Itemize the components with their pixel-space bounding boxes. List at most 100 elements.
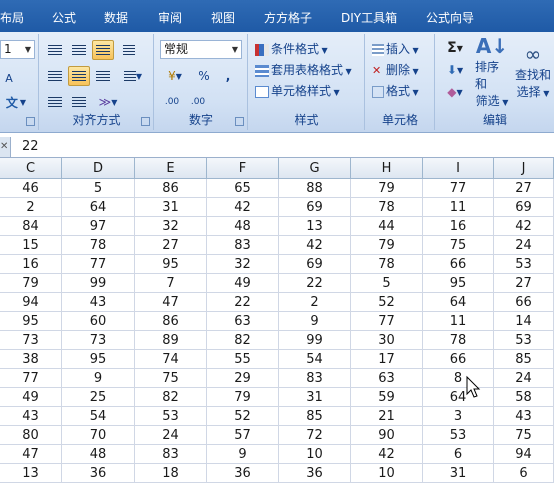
cell-h-row-0[interactable]: 79	[351, 179, 423, 198]
column-header-i[interactable]: I	[423, 158, 494, 179]
cell-f-row-0[interactable]: 65	[207, 179, 279, 198]
cell-i-row-5[interactable]: 95	[423, 274, 494, 293]
cell-e-row-1[interactable]: 31	[135, 198, 207, 217]
formula-input[interactable]: 22	[22, 139, 39, 154]
cell-h-row-6[interactable]: 52	[351, 293, 423, 312]
worksheet-grid[interactable]: C D E F G H I J 46 5 86 65 88 79 77 27 2 64 31 42 69 78 11 69 84…	[0, 158, 554, 495]
autosum-button[interactable]: Σ ▼	[442, 38, 468, 58]
cell-i-row-2[interactable]: 16	[423, 217, 494, 236]
cell-j-row-9[interactable]: 85	[494, 350, 554, 369]
cell-d-row-10[interactable]: 9	[62, 369, 135, 388]
cell-j-row-6[interactable]: 66	[494, 293, 554, 312]
cell-f-row-13[interactable]: 57	[207, 426, 279, 445]
cell-j-row-4[interactable]: 53	[494, 255, 554, 274]
cell-h-row-3[interactable]: 79	[351, 236, 423, 255]
delete-button[interactable]: ✕ 删除 ▼	[372, 61, 419, 78]
cell-g-row-1[interactable]: 69	[279, 198, 351, 217]
column-header-d[interactable]: D	[62, 158, 135, 179]
format-as-table-button[interactable]: 套用表格格式 ▼	[255, 61, 352, 78]
format-cells-button[interactable]: 格式 ▼	[372, 82, 419, 99]
cell-f-row-9[interactable]: 55	[207, 350, 279, 369]
cell-f-row-10[interactable]: 29	[207, 369, 279, 388]
cell-i-row-0[interactable]: 77	[423, 179, 494, 198]
font-dialog-launcher-icon[interactable]	[26, 117, 35, 126]
cell-j-row-13[interactable]: 75	[494, 426, 554, 445]
cell-d-row-2[interactable]: 97	[62, 217, 135, 236]
cell-e-row-7[interactable]: 86	[135, 312, 207, 331]
cell-g-row-4[interactable]: 69	[279, 255, 351, 274]
cell-e-row-15[interactable]: 18	[135, 464, 207, 483]
tab-fangfang[interactable]: 方方格子	[264, 9, 312, 26]
cell-f-row-3[interactable]: 83	[207, 236, 279, 255]
decrease-indent-button[interactable]	[44, 92, 66, 112]
formula-bar-button[interactable]: ✕	[0, 137, 11, 157]
cell-f-row-7[interactable]: 63	[207, 312, 279, 331]
cell-d-row-5[interactable]: 99	[62, 274, 135, 293]
cell-j-row-3[interactable]: 24	[494, 236, 554, 255]
align-left-button[interactable]	[44, 66, 66, 86]
cell-d-row-3[interactable]: 78	[62, 236, 135, 255]
cell-f-row-15[interactable]: 36	[207, 464, 279, 483]
column-header-g[interactable]: G	[279, 158, 351, 179]
cell-h-row-15[interactable]: 10	[351, 464, 423, 483]
cell-i-row-13[interactable]: 53	[423, 426, 494, 445]
cell-d-row-8[interactable]: 73	[62, 331, 135, 350]
cell-i-row-14[interactable]: 6	[423, 445, 494, 464]
cell-j-row-14[interactable]: 94	[494, 445, 554, 464]
insert-button[interactable]: 插入 ▼	[372, 40, 419, 57]
currency-button[interactable]: ¥ ▼	[160, 66, 190, 86]
cell-g-row-7[interactable]: 9	[279, 312, 351, 331]
cell-g-row-12[interactable]: 85	[279, 407, 351, 426]
cell-g-row-8[interactable]: 99	[279, 331, 351, 350]
grow-font-button[interactable]: A	[0, 68, 18, 88]
cell-e-row-6[interactable]: 47	[135, 293, 207, 312]
cell-i-row-4[interactable]: 66	[423, 255, 494, 274]
cell-c-row-10[interactable]: 77	[0, 369, 62, 388]
find-select-button[interactable]: ∞ 查找和 选择 ▼	[514, 36, 552, 106]
cell-f-row-4[interactable]: 32	[207, 255, 279, 274]
cell-h-row-8[interactable]: 30	[351, 331, 423, 350]
cell-c-row-15[interactable]: 13	[0, 464, 62, 483]
comma-button[interactable]: ,	[217, 66, 239, 86]
sort-filter-button[interactable]: A↓ 排序和 筛选 ▼	[474, 34, 510, 108]
align-middle-button[interactable]	[68, 40, 90, 60]
decrease-decimal-button[interactable]: .00	[186, 92, 210, 112]
cell-styles-button[interactable]: 单元格样式 ▼	[255, 82, 340, 99]
cell-f-row-5[interactable]: 49	[207, 274, 279, 293]
cell-f-row-6[interactable]: 22	[207, 293, 279, 312]
cell-h-row-1[interactable]: 78	[351, 198, 423, 217]
cell-g-row-11[interactable]: 31	[279, 388, 351, 407]
cell-f-row-8[interactable]: 82	[207, 331, 279, 350]
cell-d-row-7[interactable]: 60	[62, 312, 135, 331]
cell-h-row-7[interactable]: 77	[351, 312, 423, 331]
column-header-j[interactable]: J	[494, 158, 554, 179]
cell-c-row-6[interactable]: 94	[0, 293, 62, 312]
cell-c-row-9[interactable]: 38	[0, 350, 62, 369]
cell-i-row-10[interactable]: 8	[423, 369, 494, 388]
cell-i-row-1[interactable]: 11	[423, 198, 494, 217]
cell-g-row-2[interactable]: 13	[279, 217, 351, 236]
fill-button[interactable]: ⬇ ▼	[442, 60, 468, 80]
cell-j-row-8[interactable]: 53	[494, 331, 554, 350]
column-header-f[interactable]: F	[207, 158, 279, 179]
cell-c-row-11[interactable]: 49	[0, 388, 62, 407]
cell-d-row-9[interactable]: 95	[62, 350, 135, 369]
cell-h-row-11[interactable]: 59	[351, 388, 423, 407]
align-center-button[interactable]	[68, 66, 90, 86]
number-format-combo[interactable]: 常规 ▼	[160, 40, 242, 59]
cell-c-row-8[interactable]: 73	[0, 331, 62, 350]
cell-g-row-10[interactable]: 83	[279, 369, 351, 388]
cell-g-row-9[interactable]: 54	[279, 350, 351, 369]
cell-i-row-15[interactable]: 31	[423, 464, 494, 483]
cell-e-row-10[interactable]: 75	[135, 369, 207, 388]
phonetic-button[interactable]: 文 ▼	[0, 92, 32, 112]
cell-e-row-5[interactable]: 7	[135, 274, 207, 293]
cell-d-row-1[interactable]: 64	[62, 198, 135, 217]
clear-button[interactable]: ◆ ▼	[442, 82, 468, 102]
cell-j-row-10[interactable]: 24	[494, 369, 554, 388]
cell-e-row-9[interactable]: 74	[135, 350, 207, 369]
font-size-combo[interactable]: 1 ▼	[0, 40, 35, 59]
cell-j-row-1[interactable]: 69	[494, 198, 554, 217]
cell-j-row-12[interactable]: 43	[494, 407, 554, 426]
column-header-e[interactable]: E	[135, 158, 207, 179]
